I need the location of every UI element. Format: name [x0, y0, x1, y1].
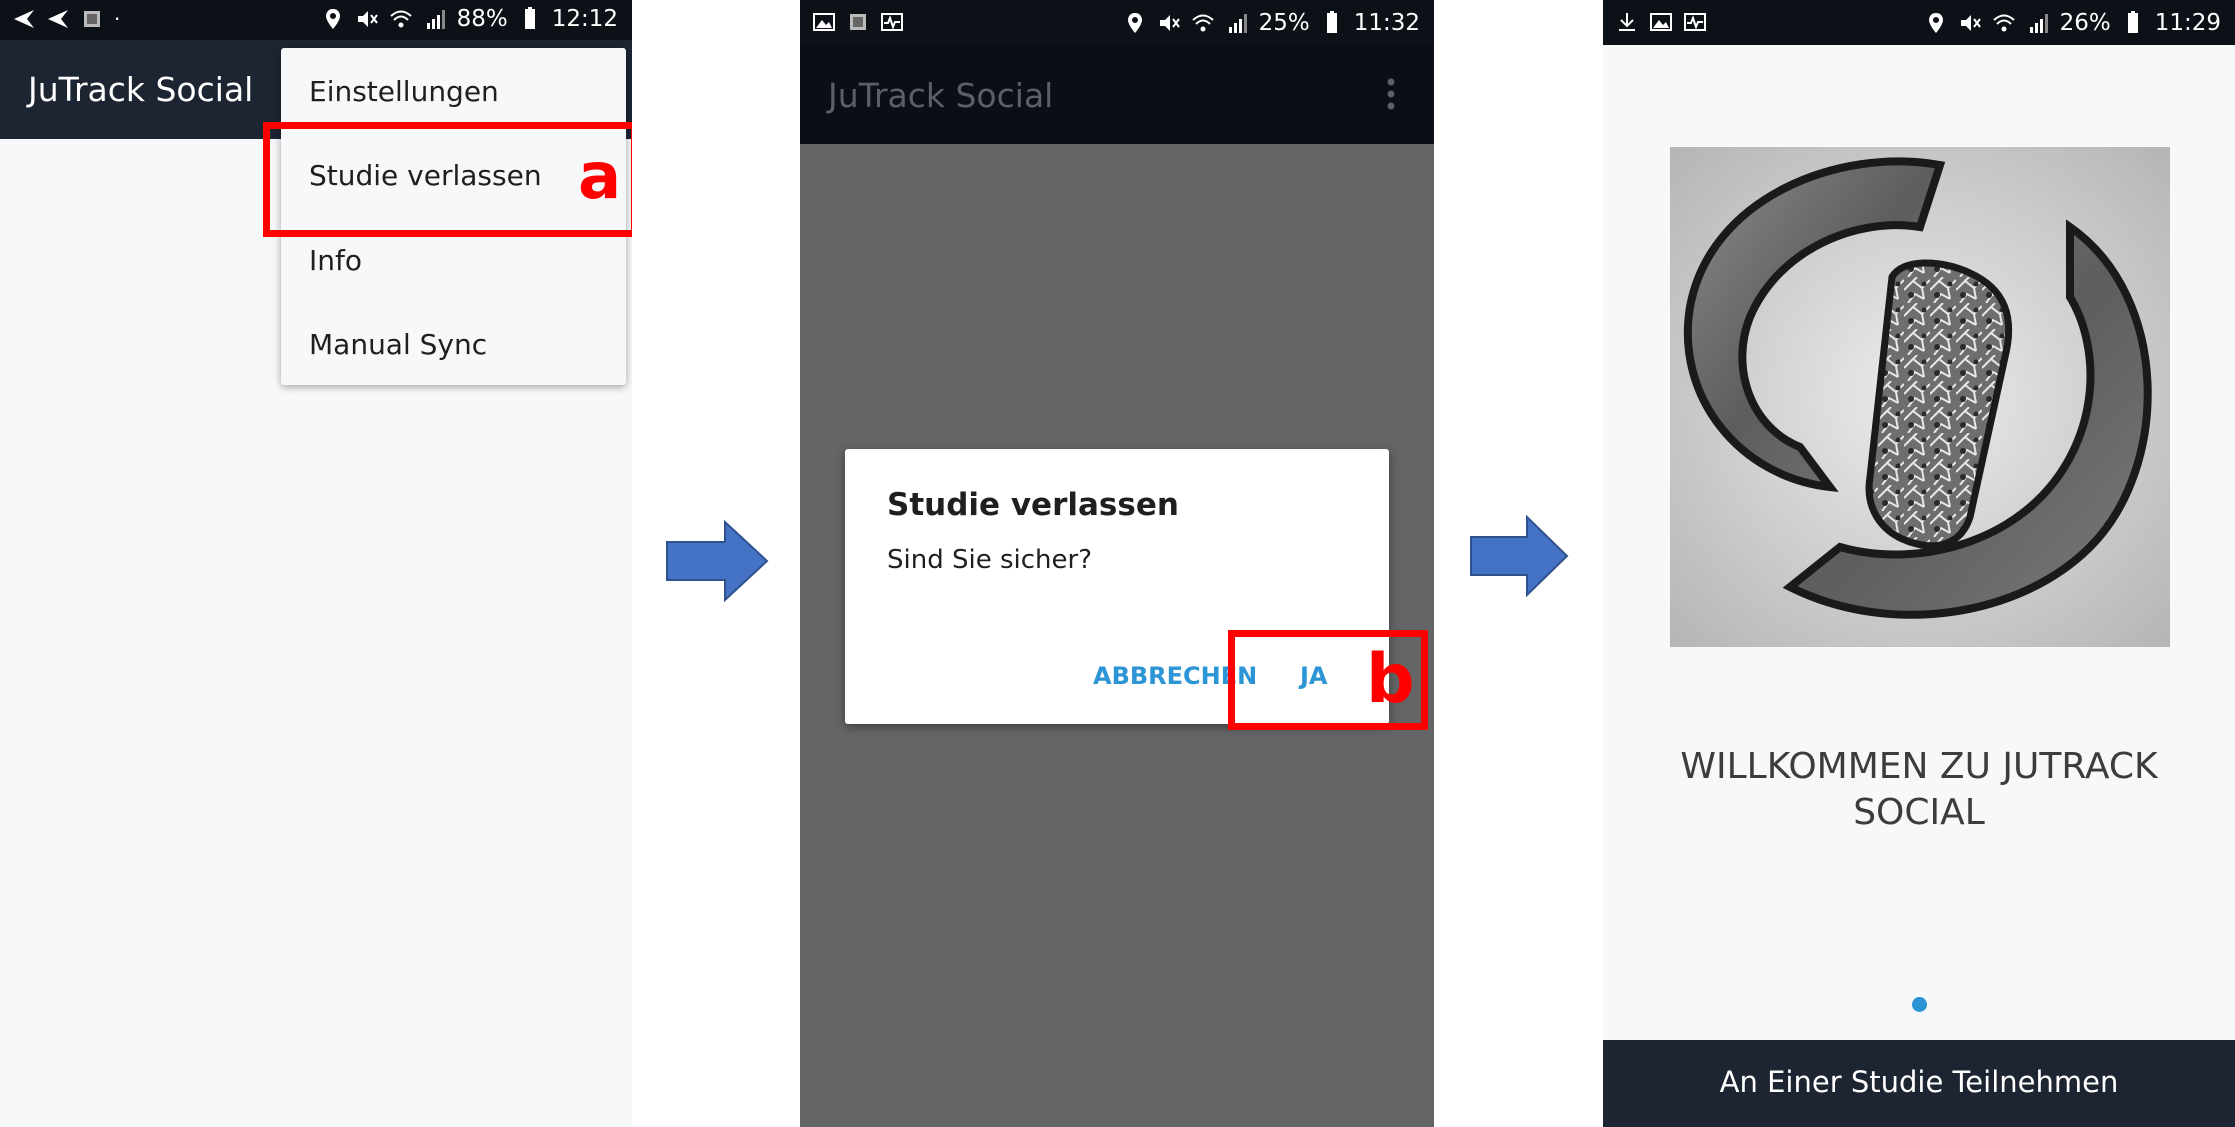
arrow-right-icon [666, 520, 769, 602]
location-icon [1127, 13, 1142, 33]
send-icon [48, 10, 68, 28]
annotation-label-a: a [578, 140, 622, 214]
wifi-icon [389, 10, 412, 28]
app-bar-dimmed: JuTrack Social [800, 45, 1434, 144]
status-bar: 25% 11:32 [800, 0, 1434, 45]
screen-dialog: 25% 11:32 JuTrack Social Studie verlasse… [800, 0, 1434, 1127]
menu-item-info[interactable]: Info [309, 244, 362, 277]
welcome-title-line-2: SOCIAL [1853, 792, 1985, 833]
status-time: 12:12 [551, 6, 618, 32]
status-right-icons: 88% 12:12 [321, 6, 618, 32]
battery-icon [524, 7, 535, 29]
battery-percent: 88% [456, 6, 508, 32]
image-icon [1650, 13, 1672, 31]
signal-icon [1228, 14, 1247, 33]
annotation-label-b: b [1366, 640, 1415, 719]
status-left-icons [1615, 10, 1707, 34]
wifi-icon [1191, 14, 1214, 32]
dot-icon: · [114, 7, 121, 31]
activity-icon [1684, 13, 1706, 31]
status-right-icons: 25% 11:32 [1123, 10, 1420, 36]
activity-icon [881, 13, 903, 31]
join-study-button[interactable]: An Einer Studie Teilnehmen [1603, 1040, 2235, 1127]
battery-percent: 25% [1258, 10, 1310, 36]
signal-icon [2029, 14, 2048, 33]
welcome-title: WILLKOMMEN ZU JUTRACK SOCIAL [1603, 744, 2235, 836]
page-indicator-dot [1912, 997, 1927, 1012]
battery-icon [2127, 11, 2138, 33]
more-vert-icon[interactable] [1385, 76, 1397, 112]
mute-icon [357, 11, 378, 27]
status-left-icons [812, 10, 904, 34]
screen-menu: · 88% 12:12 JuTrack Social Einstellungen… [0, 0, 632, 1127]
mute-icon [1960, 15, 1981, 31]
status-right-icons: 26% 11:29 [1924, 10, 2221, 36]
dialog-message: Sind Sie sicher? [887, 545, 1092, 575]
mute-icon [1159, 15, 1180, 31]
welcome-title-line-1: WILLKOMMEN ZU JUTRACK [1680, 746, 2158, 787]
dialog-title: Studie verlassen [887, 487, 1179, 523]
app-notification-icon [84, 11, 100, 27]
highlight-box-a [263, 122, 632, 237]
battery-percent: 26% [2059, 10, 2111, 36]
status-time: 11:29 [2154, 10, 2221, 36]
send-icon [14, 10, 34, 28]
download-icon [1619, 13, 1635, 31]
location-icon [1928, 13, 1943, 33]
jutrack-logo [1670, 147, 2170, 647]
join-study-button-label: An Einer Studie Teilnehmen [1719, 1065, 2119, 1099]
signal-icon [426, 10, 445, 29]
status-time: 11:32 [1353, 10, 1420, 36]
app-title: JuTrack Social [28, 70, 254, 109]
status-bar: · 88% 12:12 [0, 0, 632, 40]
image-icon [813, 13, 835, 31]
wifi-icon [1992, 14, 2015, 32]
menu-item-settings[interactable]: Einstellungen [309, 75, 499, 108]
status-left-icons: · [12, 7, 120, 31]
status-bar: 26% 11:29 [1603, 0, 2235, 45]
menu-item-manual-sync[interactable]: Manual Sync [309, 328, 487, 361]
location-icon [325, 9, 340, 29]
app-notification-icon [850, 14, 866, 30]
arrow-right-icon [1470, 515, 1569, 597]
battery-icon [1326, 11, 1337, 33]
app-title: JuTrack Social [828, 76, 1054, 115]
screen-welcome: 26% 11:29 WILLKOMMEN ZU JUTRACK SOCIAL A… [1603, 0, 2235, 1127]
